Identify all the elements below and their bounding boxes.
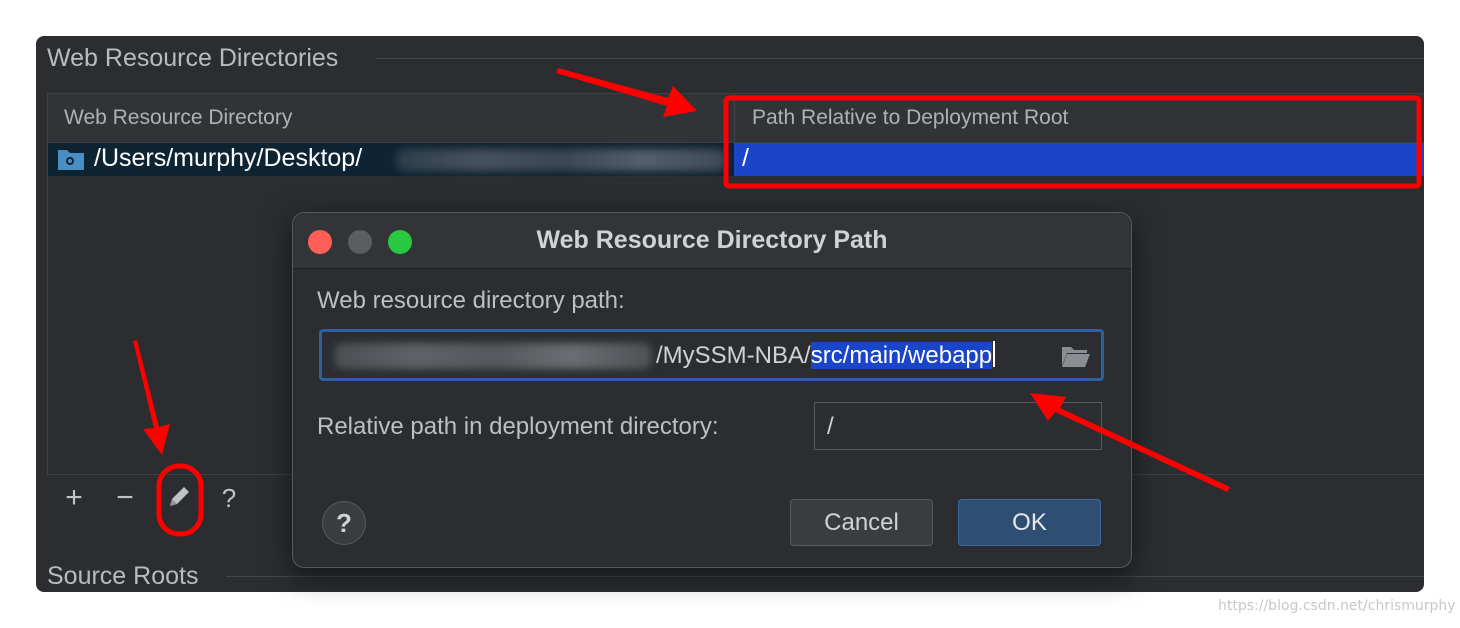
web-resource-path-dialog: Web Resource Directory Path Web resource… (292, 212, 1132, 568)
relative-path-input-text: / (827, 413, 834, 440)
table-header: Web Resource Directory Path Relative to … (48, 94, 1424, 143)
section-divider (376, 58, 1424, 59)
column-separator[interactable] (734, 94, 735, 142)
ok-button[interactable]: OK (958, 499, 1101, 546)
section-divider-2 (226, 576, 1424, 577)
path-text-selection: src/main/webapp (810, 342, 993, 369)
add-button[interactable]: + (59, 483, 89, 513)
directory-cell[interactable]: /Users/murphy/Desktop/ (48, 143, 734, 176)
web-resource-section-title: Web Resource Directories (47, 44, 349, 73)
dialog-title: Web Resource Directory Path (536, 226, 888, 254)
dialog-help-button[interactable]: ? (322, 501, 366, 545)
dialog-titlebar: Web Resource Directory Path (293, 213, 1131, 269)
watermark: https://blog.csdn.net/chrismurphy (1218, 598, 1456, 614)
source-roots-section-title: Source Roots (47, 562, 209, 591)
folder-icon (58, 150, 84, 170)
path-input[interactable]: /MySSM-NBA/src/main/webapp (319, 329, 1104, 381)
edit-button[interactable] (164, 483, 194, 513)
column-header-relative-path[interactable]: Path Relative to Deployment Root (752, 106, 1068, 130)
column-header-directory[interactable]: Web Resource Directory (64, 106, 292, 130)
relative-path-input[interactable]: / (814, 402, 1102, 450)
blurred-path-segment (334, 343, 652, 369)
edit-pencil-icon (170, 487, 189, 506)
directory-path-text: /Users/murphy/Desktop/ (94, 144, 363, 172)
path-input-text: /MySSM-NBA/src/main/webapp (656, 341, 996, 370)
browse-folder-icon[interactable] (1061, 344, 1091, 368)
path-text-unselected: /MySSM-NBA/ (656, 342, 811, 369)
cancel-button[interactable]: Cancel (790, 499, 933, 546)
help-button[interactable]: ? (214, 483, 244, 513)
relative-path-cell[interactable]: / (734, 143, 1424, 176)
remove-button[interactable]: − (110, 483, 140, 513)
text-caret (993, 341, 996, 367)
blurred-path-segment (396, 149, 726, 171)
relative-path-label: Relative path in deployment directory: (317, 413, 719, 440)
path-label: Web resource directory path: (317, 287, 625, 314)
relative-path-text: / (742, 144, 749, 172)
table-row[interactable]: /Users/murphy/Desktop/ / (48, 143, 1424, 176)
